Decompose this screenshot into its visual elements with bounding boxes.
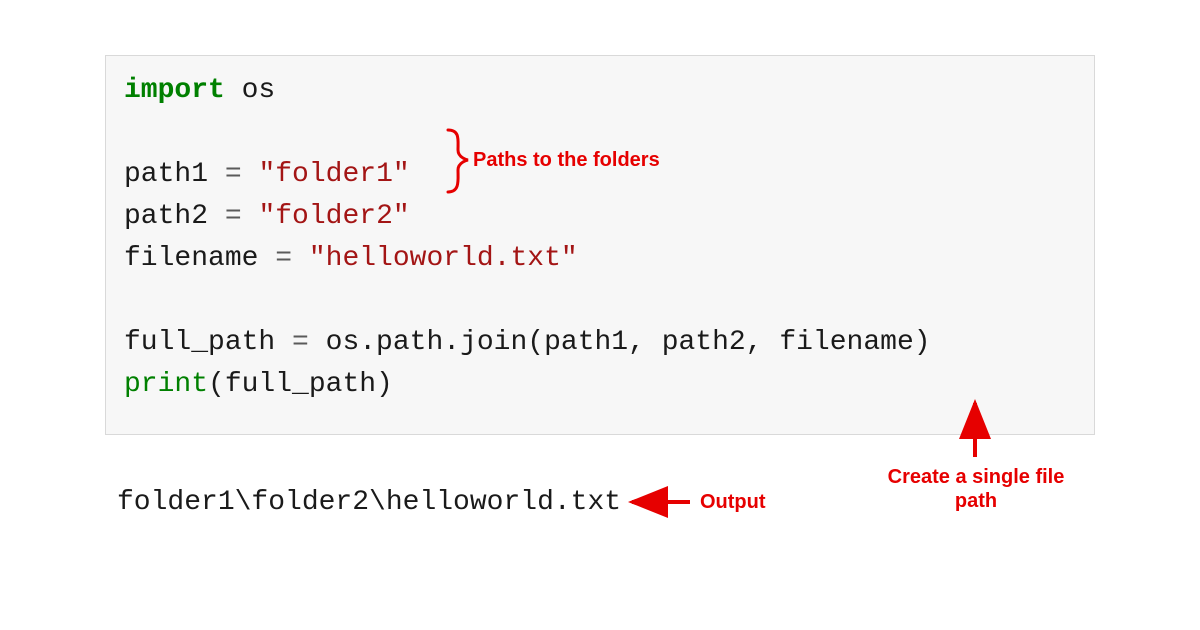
op-eq: = xyxy=(275,243,292,274)
annotation-output: Output xyxy=(700,490,766,514)
code-line-7: full_path = os.path.join(path1, path2, f… xyxy=(124,322,1076,364)
fn-print: print xyxy=(124,369,208,400)
str-folder1: "folder1" xyxy=(242,159,410,190)
code-line-8: print(full_path) xyxy=(124,364,1076,406)
print-arg: (full_path) xyxy=(208,369,393,400)
code-line-1: import os xyxy=(124,70,1076,112)
str-helloworld: "helloworld.txt" xyxy=(292,243,578,274)
op-eq: = xyxy=(292,327,309,358)
str-folder2: "folder2" xyxy=(242,201,410,232)
annotation-create: Create a single file path xyxy=(861,465,1091,513)
annotation-paths: Paths to the folders xyxy=(473,148,660,172)
lhs-path2: path2 xyxy=(124,201,225,232)
lhs-filename: filename xyxy=(124,243,275,274)
annotation-create-line1: Create a single file xyxy=(888,466,1065,488)
module-os: os xyxy=(225,75,275,106)
lhs-fullpath: full_path xyxy=(124,327,292,358)
code-block: import os path1 = "folder1" path2 = "fol… xyxy=(105,55,1095,435)
op-eq: = xyxy=(225,159,242,190)
keyword-import: import xyxy=(124,75,225,106)
op-eq: = xyxy=(225,201,242,232)
rhs-join: os.path.join(path1, path2, filename) xyxy=(309,327,931,358)
annotation-create-line2: path xyxy=(955,490,997,512)
lhs-path1: path1 xyxy=(124,159,225,190)
code-line-4: path2 = "folder2" xyxy=(124,196,1076,238)
output-text: folder1\folder2\helloworld.txt xyxy=(117,487,621,518)
code-line-blank2 xyxy=(124,280,1076,322)
code-line-5: filename = "helloworld.txt" xyxy=(124,238,1076,280)
